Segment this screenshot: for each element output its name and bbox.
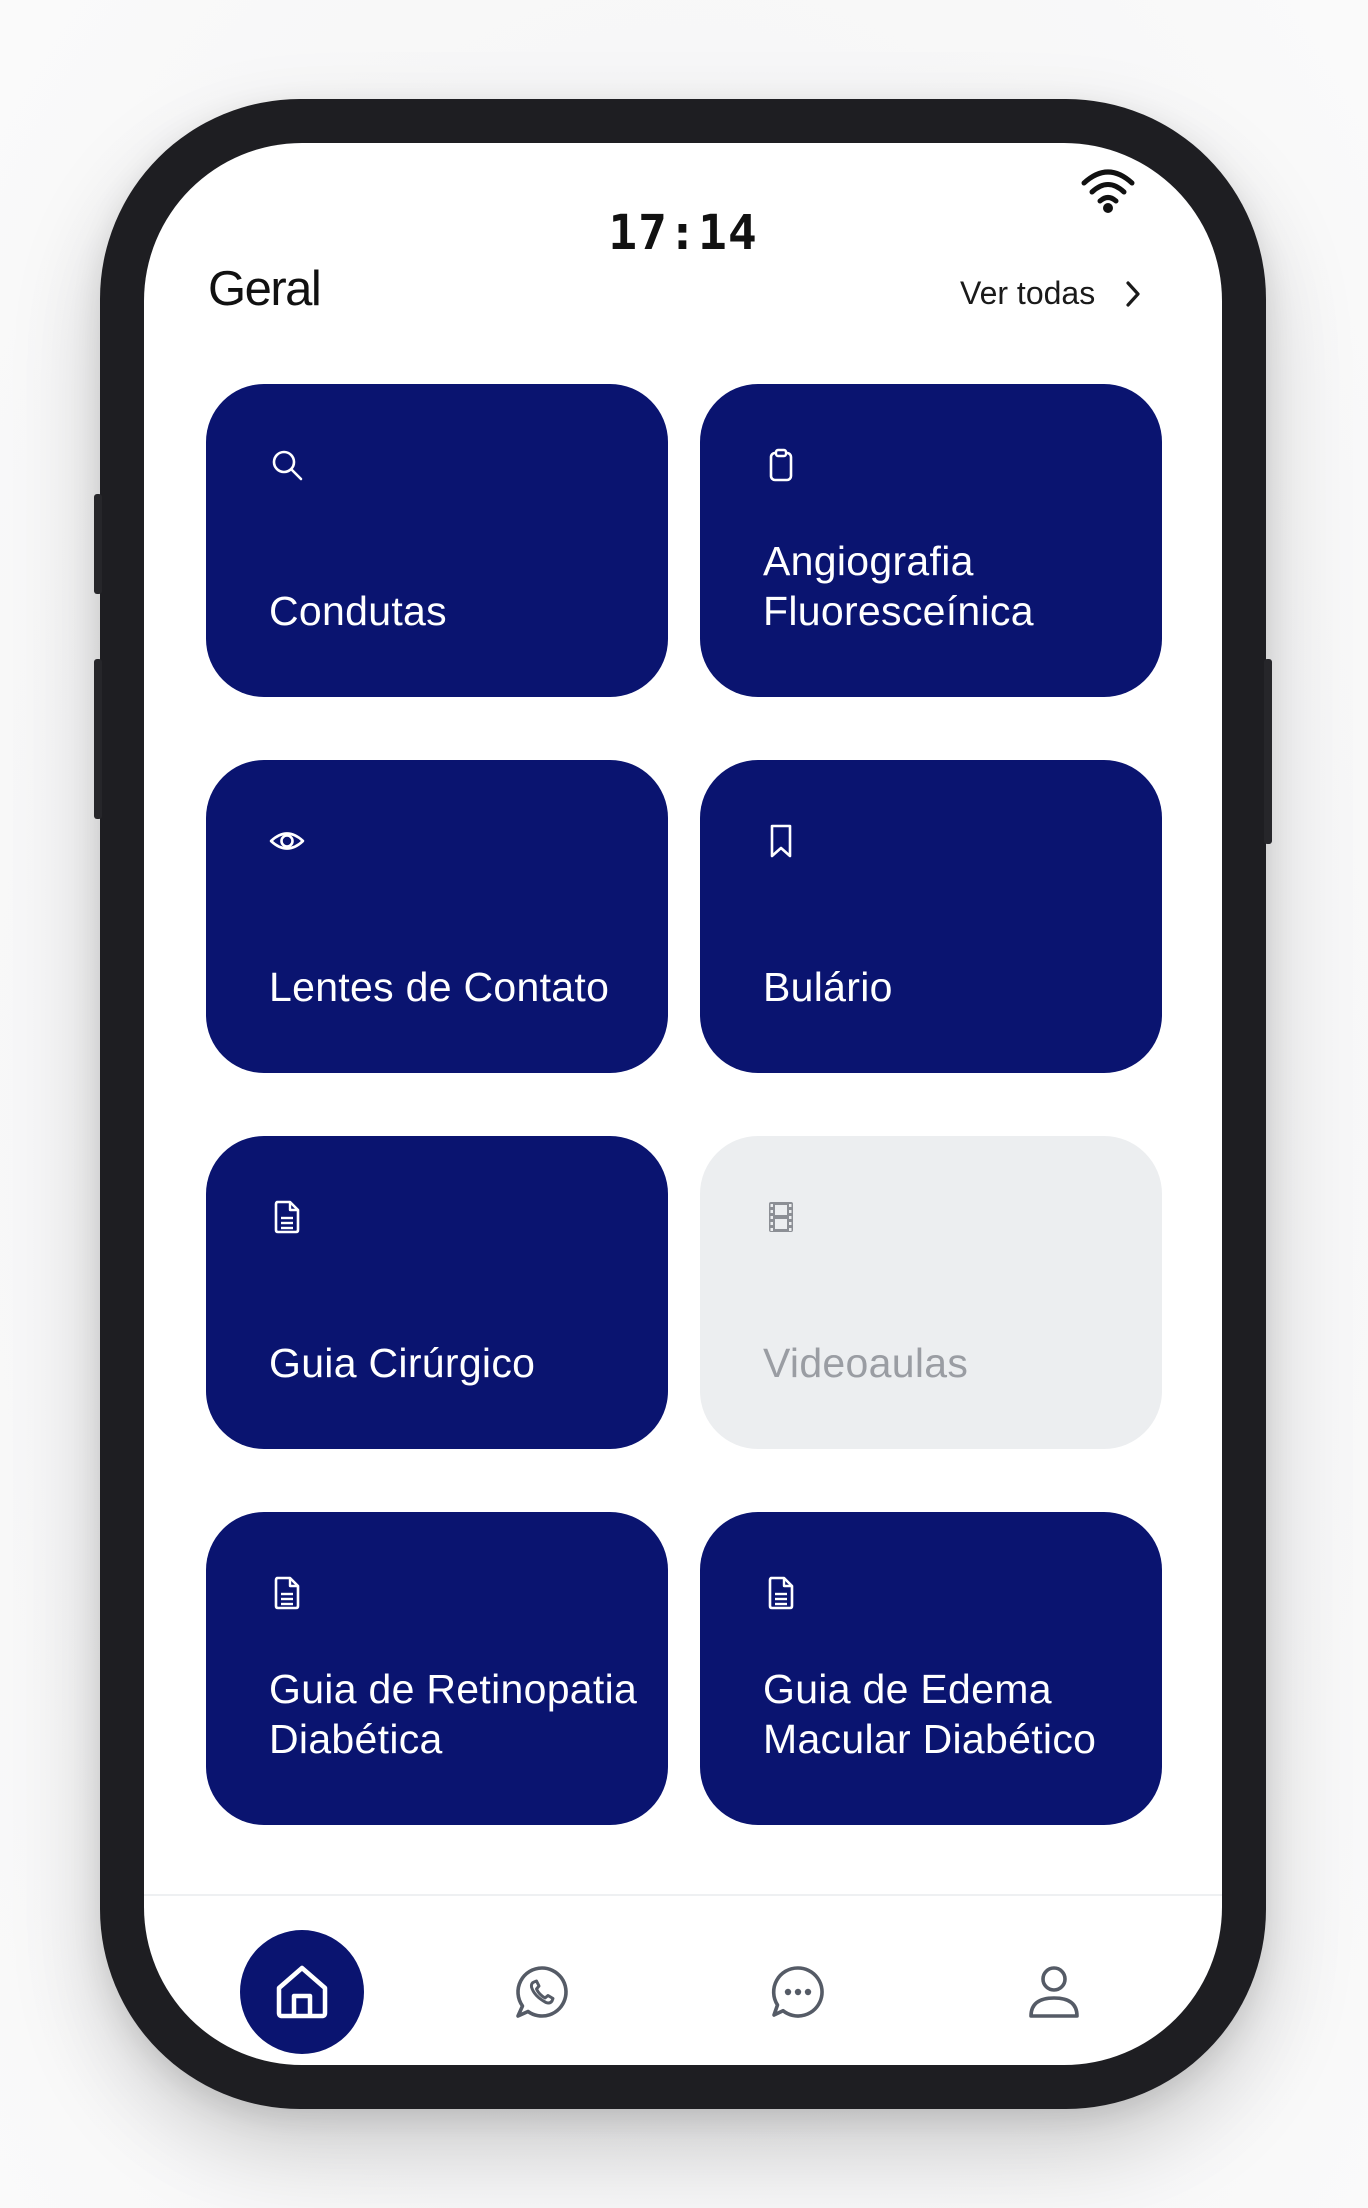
whatsapp-icon <box>516 1966 568 2018</box>
document-icon <box>274 1576 300 1610</box>
search-icon <box>272 450 303 481</box>
card-label: Guia de Edema Macular Diabético <box>763 1666 1097 1762</box>
screen: 17:14 Geral Ver todas Condutas Angiograf… <box>144 143 1222 2065</box>
card-guia-retinopatia[interactable]: Guia de Retinopatia Diabética <box>206 1512 668 1825</box>
wifi-icon <box>1081 169 1135 213</box>
card-videoaulas: Videoaulas <box>700 1136 1162 1449</box>
card-guia-edema-macular[interactable]: Guia de Edema Macular Diabético <box>700 1512 1162 1825</box>
card-label: Lentes de Contato <box>269 964 610 1010</box>
card-lentes-de-contato[interactable]: Lentes de Contato <box>206 760 668 1073</box>
card-bulario[interactable]: Bulário <box>700 760 1162 1073</box>
phone-frame: 17:14 Geral Ver todas Condutas Angiograf… <box>94 99 1272 2109</box>
eye-icon <box>269 832 305 850</box>
power-button <box>1264 659 1272 844</box>
tab-profile[interactable] <box>992 1930 1116 2054</box>
tab-home[interactable] <box>240 1930 364 2054</box>
document-icon <box>274 1200 300 1234</box>
home-icon <box>276 1965 328 2019</box>
volume-down-button <box>94 659 102 819</box>
user-icon <box>1029 1966 1079 2018</box>
stage: 17:14 Geral Ver todas Condutas Angiograf… <box>0 0 1368 2208</box>
chat-bubble-icon <box>771 1966 824 2018</box>
card-label: Guia de Retinopatia Diabética <box>269 1666 638 1762</box>
see-all-label: Ver todas <box>960 275 1096 311</box>
card-angiografia[interactable]: Angiografia Fluoresceínica <box>700 384 1162 697</box>
tab-chat[interactable] <box>736 1930 860 2054</box>
section-title: Geral <box>208 262 322 316</box>
document-icon <box>768 1576 794 1610</box>
volume-up-button <box>94 494 102 594</box>
clipboard-icon <box>769 448 793 482</box>
status-time: 17:14 <box>608 205 758 261</box>
see-all-link[interactable]: Ver todas <box>960 275 1143 312</box>
card-label: Angiografia Fluoresceínica <box>763 538 1034 634</box>
film-icon <box>769 1202 793 1232</box>
card-label: Condutas <box>269 588 447 634</box>
card-label: Videoaulas <box>763 1340 969 1386</box>
bookmark-icon <box>770 824 792 858</box>
card-condutas[interactable]: Condutas <box>206 384 668 697</box>
chevron-right-icon <box>1126 280 1140 307</box>
card-label: Guia Cirúrgico <box>269 1340 536 1386</box>
card-label: Bulário <box>763 964 893 1010</box>
tab-whatsapp[interactable] <box>480 1930 604 2054</box>
tab-bar-divider <box>144 1894 1222 1896</box>
card-guia-cirurgico[interactable]: Guia Cirúrgico <box>206 1136 668 1449</box>
